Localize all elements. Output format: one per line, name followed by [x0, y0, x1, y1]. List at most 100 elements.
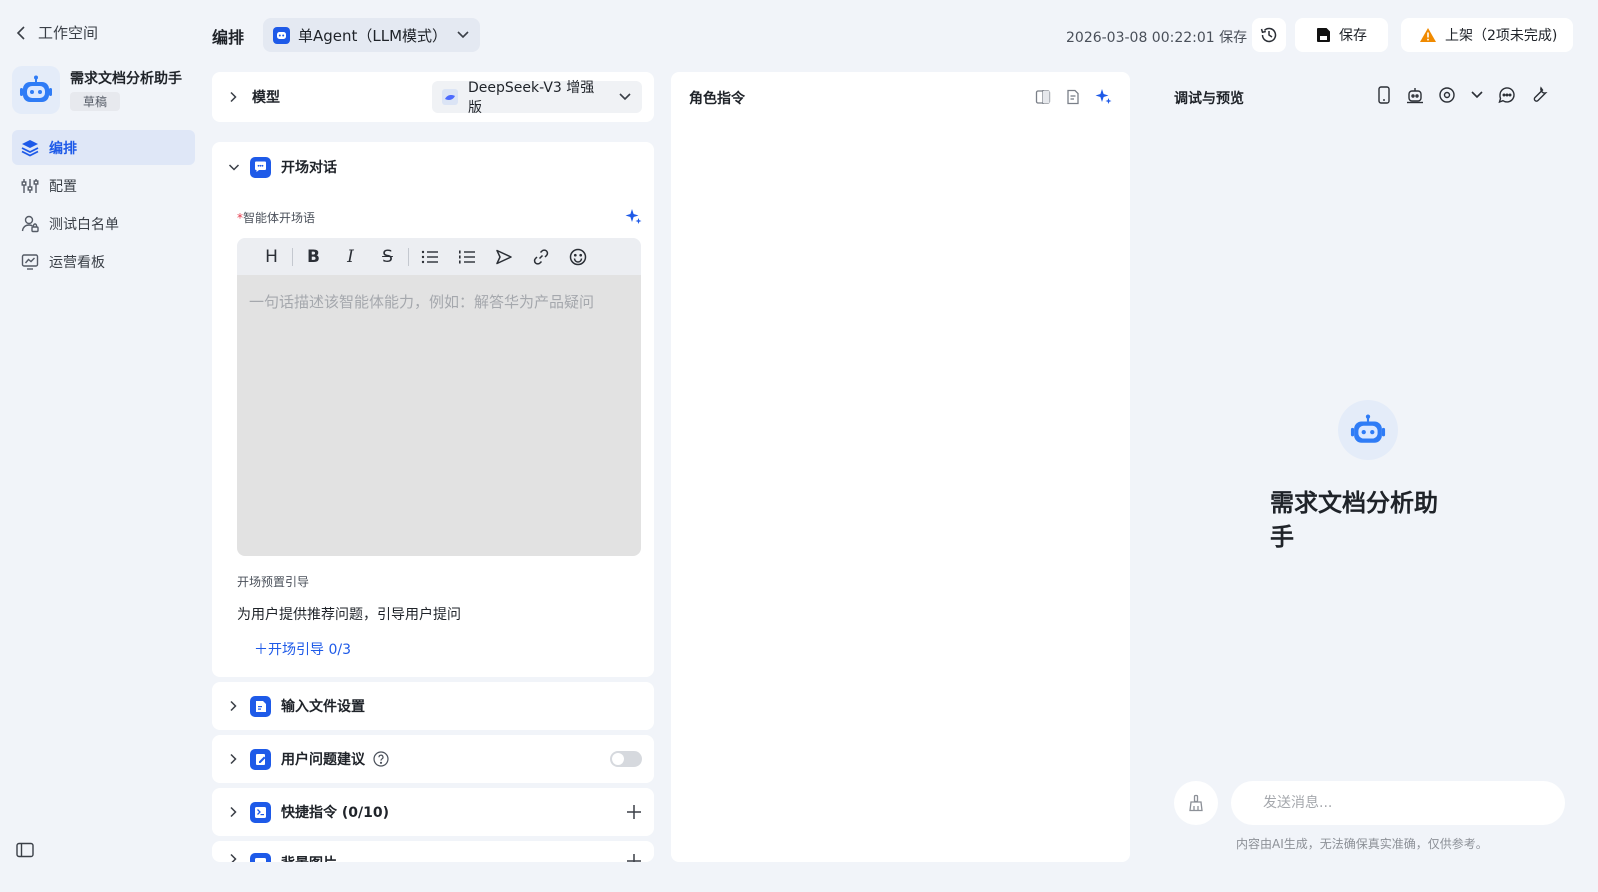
wrench-icon[interactable]	[1530, 86, 1548, 104]
editor-toolbar: H B I S	[237, 238, 641, 275]
agent-name: 需求文档分析助手	[70, 71, 182, 87]
layers-icon	[21, 139, 39, 157]
plus-icon[interactable]	[626, 804, 642, 820]
sidebar-item-label: 配置	[49, 178, 77, 195]
chevron-down-icon	[228, 162, 240, 172]
opening-text-area[interactable]: 一句话描述该智能体能力，例如：解答华为产品疑问	[237, 275, 641, 556]
send-arrow-icon[interactable]	[485, 249, 522, 265]
draft-badge: 草稿	[70, 92, 121, 111]
save-timestamp: 2026-03-08 00:22:01 保存	[1066, 30, 1248, 46]
opening-field-label-text: 智能体开场语	[243, 211, 316, 225]
sidebar-item-dashboard[interactable]: 运营看板	[12, 244, 195, 279]
chevron-right-icon[interactable]	[228, 91, 238, 103]
question-suggestion-section[interactable]: 用户问题建议	[212, 735, 654, 783]
message-input[interactable]	[1231, 781, 1565, 825]
agent-avatar	[12, 66, 60, 114]
publish-button[interactable]: 上架（2项未完成)	[1401, 18, 1573, 52]
plus-icon[interactable]	[626, 853, 642, 862]
opening-field-label: *智能体开场语	[237, 209, 315, 226]
agent-card: 需求文档分析助手 草稿	[12, 66, 182, 114]
section-label: 输入文件设置	[281, 699, 365, 715]
save-label: 保存	[1339, 28, 1367, 44]
mode-select[interactable]: 单Agent（LLM模式）	[263, 18, 480, 52]
sidebar-collapse-icon[interactable]	[16, 842, 34, 858]
chat-bubble-icon	[250, 156, 271, 178]
split-view-icon[interactable]	[1035, 89, 1051, 105]
preview-agent-name: 需求文档分析助手	[1270, 489, 1438, 551]
numbered-list-icon[interactable]	[448, 249, 485, 265]
opening-dialog-title: 开场对话	[281, 160, 337, 176]
sidebar-item-label: 编排	[49, 140, 77, 157]
save-button[interactable]: 保存	[1295, 18, 1388, 52]
chevron-right-icon	[228, 753, 238, 765]
role-instruction-panel[interactable]: 角色指令	[671, 72, 1130, 862]
image-icon	[250, 853, 271, 862]
link-icon[interactable]	[522, 248, 559, 266]
chevron-right-icon	[228, 700, 238, 712]
italic-button[interactable]: I	[332, 247, 369, 267]
chevron-right-icon	[228, 853, 238, 862]
robot-icon	[20, 75, 52, 102]
strikethrough-button[interactable]: S	[369, 247, 406, 267]
chevron-down-icon	[618, 92, 632, 102]
toolbar-divider	[408, 247, 409, 266]
ai-disclaimer: 内容由AI生成，无法确保真实准确，仅供参考。	[1236, 837, 1488, 851]
model-section: 模型 DeepSeek-V3 增强版	[212, 72, 654, 122]
heading-button[interactable]: H	[253, 247, 290, 267]
clear-chat-button[interactable]	[1174, 781, 1218, 825]
preview-agent-avatar	[1338, 400, 1398, 460]
section-label: 背景图片	[281, 853, 337, 862]
bullet-list-icon[interactable]	[411, 249, 448, 265]
chevron-right-icon	[228, 806, 238, 818]
deepseek-icon	[442, 89, 458, 105]
back-to-workspace[interactable]: 工作空间	[16, 22, 98, 43]
warning-icon	[1419, 27, 1437, 43]
emoji-icon[interactable]	[559, 248, 596, 266]
robot-icon	[1350, 414, 1386, 443]
opening-dialog-section: 开场对话 *智能体开场语 H B I S 一句话描述该智能体能力，例如：解答华为…	[212, 142, 654, 677]
debug-bot-icon[interactable]	[1406, 86, 1424, 104]
preset-guide-label: 开场预置引导	[237, 575, 310, 589]
dashboard-icon	[21, 253, 39, 271]
broom-icon	[1187, 794, 1205, 812]
agent-mode-icon	[273, 26, 290, 44]
sidebar-item-whitelist[interactable]: 测试白名单	[12, 206, 195, 241]
file-input-section[interactable]: 输入文件设置	[212, 682, 654, 730]
ai-sparkle-icon[interactable]	[625, 208, 642, 225]
ai-optimize-icon[interactable]	[1095, 88, 1112, 105]
back-label: 工作空间	[38, 24, 99, 42]
model-label: 模型	[252, 90, 280, 106]
sidebar-item-orchestrate[interactable]: 编排	[12, 130, 195, 165]
chevron-down-icon[interactable]	[1470, 90, 1484, 100]
sidebar-nav: 编排 配置 测试白名单 运营看板	[12, 130, 195, 282]
role-toolbar	[1035, 88, 1112, 105]
document-template-icon[interactable]	[1065, 89, 1081, 105]
quick-command-icon	[250, 801, 271, 823]
opening-dialog-header[interactable]: 开场对话	[212, 142, 654, 192]
bold-button[interactable]: B	[295, 247, 332, 267]
role-instruction-title: 角色指令	[689, 91, 745, 107]
background-image-section[interactable]: 背景图片	[212, 841, 654, 862]
history-button[interactable]	[1252, 18, 1286, 52]
mode-select-value: 单Agent（LLM模式）	[298, 26, 448, 45]
save-icon	[1316, 27, 1331, 43]
mobile-icon[interactable]	[1376, 86, 1392, 104]
add-opening-guide-button[interactable]: ＋开场引导 0/3	[254, 639, 351, 659]
chevron-left-icon	[16, 25, 28, 40]
sliders-icon	[21, 177, 39, 195]
section-label: 用户问题建议	[281, 752, 365, 768]
model-select[interactable]: DeepSeek-V3 增强版	[432, 80, 642, 116]
sidebar-item-label: 运营看板	[49, 254, 105, 271]
page-title: 编排	[212, 28, 245, 47]
chat-history-icon[interactable]	[1498, 86, 1516, 104]
variable-settings-icon[interactable]	[1438, 86, 1456, 104]
preview-toolbar	[1376, 86, 1548, 104]
quick-command-section[interactable]: 快捷指令 (0/10)	[212, 788, 654, 836]
question-suggestion-toggle[interactable]	[610, 751, 642, 767]
publish-label: 上架（2项未完成)	[1445, 28, 1558, 44]
help-icon[interactable]	[373, 751, 389, 767]
sidebar-item-config[interactable]: 配置	[12, 168, 195, 203]
edit-suggestion-icon	[250, 748, 271, 770]
model-select-value: DeepSeek-V3 增强版	[468, 80, 595, 116]
section-label: 快捷指令 (0/10)	[281, 805, 390, 821]
